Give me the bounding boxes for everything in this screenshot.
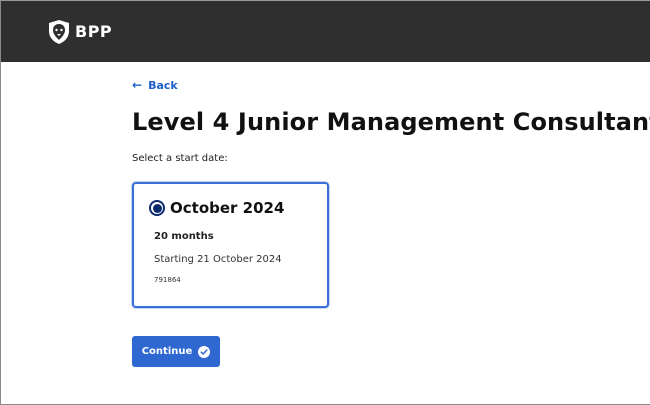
option-code: 791864 xyxy=(154,276,181,284)
select-start-date-label: Select a start date: xyxy=(132,153,228,164)
continue-label: Continue xyxy=(141,346,193,357)
option-start-date: Starting 21 October 2024 xyxy=(154,254,282,265)
radio-button-selected[interactable] xyxy=(149,200,165,216)
option-header: October 2024 xyxy=(149,199,327,217)
back-link[interactable]: ← Back xyxy=(132,78,650,92)
bpp-logo[interactable]: BPP xyxy=(47,19,112,45)
radio-dot xyxy=(152,203,162,213)
option-duration: 20 months xyxy=(154,231,214,242)
top-bar: BPP xyxy=(1,1,650,62)
arrow-left-icon: ← xyxy=(132,78,143,92)
option-title: October 2024 xyxy=(170,199,285,217)
start-date-option-october-2024[interactable]: October 2024 20 months Starting 21 Octob… xyxy=(132,182,329,308)
back-label: Back xyxy=(148,78,178,92)
brand-name: BPP xyxy=(75,22,113,41)
main-content: ← Back Level 4 Junior Management Consult… xyxy=(132,78,650,367)
page-title: Level 4 Junior Management Consultant xyxy=(132,108,650,136)
continue-button[interactable]: Continue xyxy=(132,336,220,367)
lion-shield-icon xyxy=(49,19,69,44)
check-circle-icon xyxy=(198,345,211,358)
